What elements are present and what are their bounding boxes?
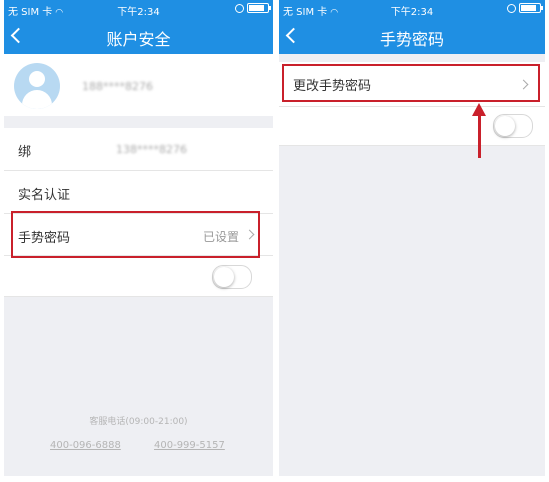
status-bar: 无 SIM 卡 ◠ 下午2:34 [4,0,273,18]
avatar-head [29,71,45,87]
avatar-body [22,90,52,109]
toggle-switch[interactable] [212,265,252,289]
profile-header[interactable]: 188****8276 [4,54,273,116]
toggle-knob [214,267,234,287]
status-time: 下午2:34 [390,7,434,18]
nav-bar: 手势密码 [279,18,545,54]
bound-phone-label: 绑 [18,145,32,160]
rotation-lock-icon [507,3,516,13]
hotline-label: 客服电话(09:00-21:00) [89,417,188,427]
toggle-row [279,107,545,146]
rotation-lock-icon [235,3,244,13]
battery-icon [519,3,543,13]
battery-icon [247,3,271,13]
realname-row[interactable]: 实名认证 [4,171,273,214]
toggle-knob [495,116,515,136]
status-right [507,3,543,14]
page-title: 账户安全 [106,30,171,49]
hotline-link-1[interactable]: 400-096-6888 [50,440,121,451]
avatar [14,63,60,109]
status-right [235,3,271,14]
arrow-shaft [478,112,481,158]
nav-bar: 账户安全 [4,18,273,54]
toggle-switch[interactable] [493,114,533,138]
status-bar: 无 SIM 卡 ◠ 下午2:34 [279,0,545,18]
left-screen: 无 SIM 卡 ◠ 下午2:34 账户安全 188****8276 绑 138**… [4,0,273,476]
highlight-box [282,64,540,102]
status-time: 下午2:34 [117,7,160,18]
right-screen: 无 SIM 卡 ◠ 下午2:34 手势密码 更改手势密码 [279,0,545,476]
hotline-link-2[interactable]: 400-999-5157 [154,440,225,451]
profile-phone: 188****8276 [82,80,153,93]
toggle-row [4,256,273,297]
page-title: 手势密码 [379,30,444,49]
bound-phone-value: 138****8276 [116,143,187,156]
bound-phone-row[interactable]: 绑 138****8276 [4,128,273,291]
realname-label: 实名认证 [18,188,71,203]
highlight-box [11,211,260,258]
